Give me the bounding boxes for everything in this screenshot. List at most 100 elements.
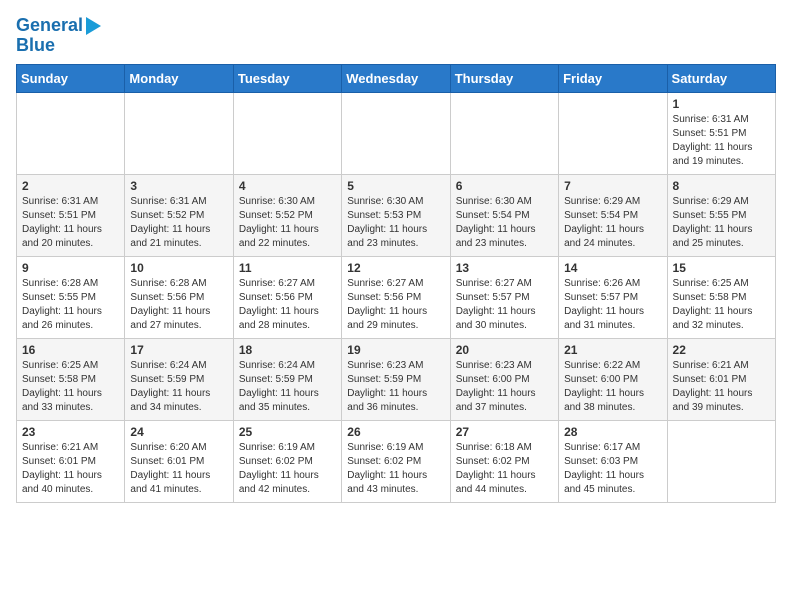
calendar-cell: 12 Sunrise: 6:27 AM Sunset: 5:56 PM Dayli… [342, 256, 450, 338]
day-info: Sunrise: 6:17 AM Sunset: 6:03 PM Dayligh… [564, 441, 661, 497]
day-number: 5 [347, 179, 444, 193]
calendar-cell: 3Sunrise: 6:31 AM Sunset: 5:52 PM Daylig… [125, 174, 233, 256]
calendar-cell: 22 Sunrise: 6:21 AM Sunset: 6:01 PM Dayli… [667, 338, 775, 420]
day-number: 13 [456, 261, 553, 275]
calendar-week-row: 9 Sunrise: 6:28 AM Sunset: 5:55 PM Daylig… [17, 256, 776, 338]
day-info: Sunrise: 6:26 AM Sunset: 5:57 PM Dayligh… [564, 277, 661, 333]
logo-arrow-icon [86, 17, 101, 35]
day-number: 28 [564, 425, 661, 439]
day-info: Sunrise: 6:21 AM Sunset: 6:01 PM Dayligh… [22, 441, 119, 497]
day-number: 4 [239, 179, 336, 193]
calendar-table: SundayMondayTuesdayWednesdayThursdayFrid… [16, 64, 776, 503]
header-wednesday: Wednesday [342, 64, 450, 92]
day-number: 14 [564, 261, 661, 275]
calendar-cell [559, 92, 667, 174]
day-number: 10 [130, 261, 227, 275]
day-info: Sunrise: 6:31 AM Sunset: 5:51 PM Dayligh… [673, 113, 770, 169]
day-info: Sunrise: 6:30 AM Sunset: 5:53 PM Dayligh… [347, 195, 444, 251]
day-number: 24 [130, 425, 227, 439]
calendar-week-row: 23Sunrise: 6:21 AM Sunset: 6:01 PM Dayli… [17, 420, 776, 502]
calendar-cell: 20 Sunrise: 6:23 AM Sunset: 6:00 PM Dayli… [450, 338, 558, 420]
day-number: 7 [564, 179, 661, 193]
day-info: Sunrise: 6:29 AM Sunset: 5:55 PM Dayligh… [673, 195, 770, 251]
day-number: 9 [22, 261, 119, 275]
day-number: 16 [22, 343, 119, 357]
day-number: 11 [239, 261, 336, 275]
calendar-cell: 25 Sunrise: 6:19 AM Sunset: 6:02 PM Dayli… [233, 420, 341, 502]
calendar-cell: 4 Sunrise: 6:30 AM Sunset: 5:52 PM Daylig… [233, 174, 341, 256]
calendar-header-row: SundayMondayTuesdayWednesdayThursdayFrid… [17, 64, 776, 92]
day-info: Sunrise: 6:27 AM Sunset: 5:56 PM Dayligh… [239, 277, 336, 333]
calendar-cell [233, 92, 341, 174]
calendar-cell: 1 Sunrise: 6:31 AM Sunset: 5:51 PM Daylig… [667, 92, 775, 174]
calendar-week-row: 16 Sunrise: 6:25 AM Sunset: 5:58 PM Dayli… [17, 338, 776, 420]
logo-text-blue: Blue [16, 36, 55, 56]
day-info: Sunrise: 6:19 AM Sunset: 6:02 PM Dayligh… [239, 441, 336, 497]
day-number: 1 [673, 97, 770, 111]
calendar-cell: 24Sunrise: 6:20 AM Sunset: 6:01 PM Dayli… [125, 420, 233, 502]
calendar-cell: 13 Sunrise: 6:27 AM Sunset: 5:57 PM Dayli… [450, 256, 558, 338]
day-info: Sunrise: 6:25 AM Sunset: 5:58 PM Dayligh… [22, 359, 119, 415]
calendar-cell: 5 Sunrise: 6:30 AM Sunset: 5:53 PM Daylig… [342, 174, 450, 256]
calendar-cell: 17 Sunrise: 6:24 AM Sunset: 5:59 PM Dayli… [125, 338, 233, 420]
calendar-cell: 2Sunrise: 6:31 AM Sunset: 5:51 PM Daylig… [17, 174, 125, 256]
calendar-cell: 27 Sunrise: 6:18 AM Sunset: 6:02 PM Dayli… [450, 420, 558, 502]
calendar-cell [17, 92, 125, 174]
day-number: 2 [22, 179, 119, 193]
calendar-cell [342, 92, 450, 174]
day-number: 27 [456, 425, 553, 439]
calendar-cell [450, 92, 558, 174]
day-number: 25 [239, 425, 336, 439]
day-number: 12 [347, 261, 444, 275]
calendar-cell: 6 Sunrise: 6:30 AM Sunset: 5:54 PM Daylig… [450, 174, 558, 256]
day-info: Sunrise: 6:30 AM Sunset: 5:52 PM Dayligh… [239, 195, 336, 251]
calendar-cell: 15Sunrise: 6:25 AM Sunset: 5:58 PM Dayli… [667, 256, 775, 338]
calendar-cell [125, 92, 233, 174]
day-info: Sunrise: 6:30 AM Sunset: 5:54 PM Dayligh… [456, 195, 553, 251]
day-info: Sunrise: 6:24 AM Sunset: 5:59 PM Dayligh… [130, 359, 227, 415]
day-number: 20 [456, 343, 553, 357]
day-number: 8 [673, 179, 770, 193]
day-info: Sunrise: 6:27 AM Sunset: 5:57 PM Dayligh… [456, 277, 553, 333]
day-info: Sunrise: 6:28 AM Sunset: 5:56 PM Dayligh… [130, 277, 227, 333]
logo-text-general: General [16, 16, 83, 36]
header-monday: Monday [125, 64, 233, 92]
day-number: 22 [673, 343, 770, 357]
day-info: Sunrise: 6:24 AM Sunset: 5:59 PM Dayligh… [239, 359, 336, 415]
day-info: Sunrise: 6:23 AM Sunset: 5:59 PM Dayligh… [347, 359, 444, 415]
day-number: 19 [347, 343, 444, 357]
calendar-cell: 21 Sunrise: 6:22 AM Sunset: 6:00 PM Dayli… [559, 338, 667, 420]
calendar-cell: 28 Sunrise: 6:17 AM Sunset: 6:03 PM Dayli… [559, 420, 667, 502]
day-info: Sunrise: 6:23 AM Sunset: 6:00 PM Dayligh… [456, 359, 553, 415]
day-number: 6 [456, 179, 553, 193]
calendar-cell: 14 Sunrise: 6:26 AM Sunset: 5:57 PM Dayli… [559, 256, 667, 338]
day-info: Sunrise: 6:19 AM Sunset: 6:02 PM Dayligh… [347, 441, 444, 497]
day-info: Sunrise: 6:27 AM Sunset: 5:56 PM Dayligh… [347, 277, 444, 333]
day-info: Sunrise: 6:22 AM Sunset: 6:00 PM Dayligh… [564, 359, 661, 415]
calendar-cell: 18 Sunrise: 6:24 AM Sunset: 5:59 PM Dayli… [233, 338, 341, 420]
calendar-cell: 26 Sunrise: 6:19 AM Sunset: 6:02 PM Dayli… [342, 420, 450, 502]
page-header: General Blue [16, 16, 776, 56]
day-info: Sunrise: 6:31 AM Sunset: 5:52 PM Dayligh… [130, 195, 227, 251]
calendar-cell: 9 Sunrise: 6:28 AM Sunset: 5:55 PM Daylig… [17, 256, 125, 338]
calendar-cell: 8 Sunrise: 6:29 AM Sunset: 5:55 PM Daylig… [667, 174, 775, 256]
day-number: 26 [347, 425, 444, 439]
day-info: Sunrise: 6:28 AM Sunset: 5:55 PM Dayligh… [22, 277, 119, 333]
calendar-week-row: 1 Sunrise: 6:31 AM Sunset: 5:51 PM Daylig… [17, 92, 776, 174]
calendar-cell: 7 Sunrise: 6:29 AM Sunset: 5:54 PM Daylig… [559, 174, 667, 256]
day-info: Sunrise: 6:21 AM Sunset: 6:01 PM Dayligh… [673, 359, 770, 415]
calendar-cell: 10 Sunrise: 6:28 AM Sunset: 5:56 PM Dayli… [125, 256, 233, 338]
day-number: 17 [130, 343, 227, 357]
day-info: Sunrise: 6:29 AM Sunset: 5:54 PM Dayligh… [564, 195, 661, 251]
header-friday: Friday [559, 64, 667, 92]
calendar-cell [667, 420, 775, 502]
header-thursday: Thursday [450, 64, 558, 92]
calendar-week-row: 2Sunrise: 6:31 AM Sunset: 5:51 PM Daylig… [17, 174, 776, 256]
calendar-cell: 23Sunrise: 6:21 AM Sunset: 6:01 PM Dayli… [17, 420, 125, 502]
header-sunday: Sunday [17, 64, 125, 92]
day-info: Sunrise: 6:18 AM Sunset: 6:02 PM Dayligh… [456, 441, 553, 497]
day-number: 18 [239, 343, 336, 357]
logo: General Blue [16, 16, 101, 56]
calendar-cell: 16 Sunrise: 6:25 AM Sunset: 5:58 PM Dayli… [17, 338, 125, 420]
day-number: 21 [564, 343, 661, 357]
